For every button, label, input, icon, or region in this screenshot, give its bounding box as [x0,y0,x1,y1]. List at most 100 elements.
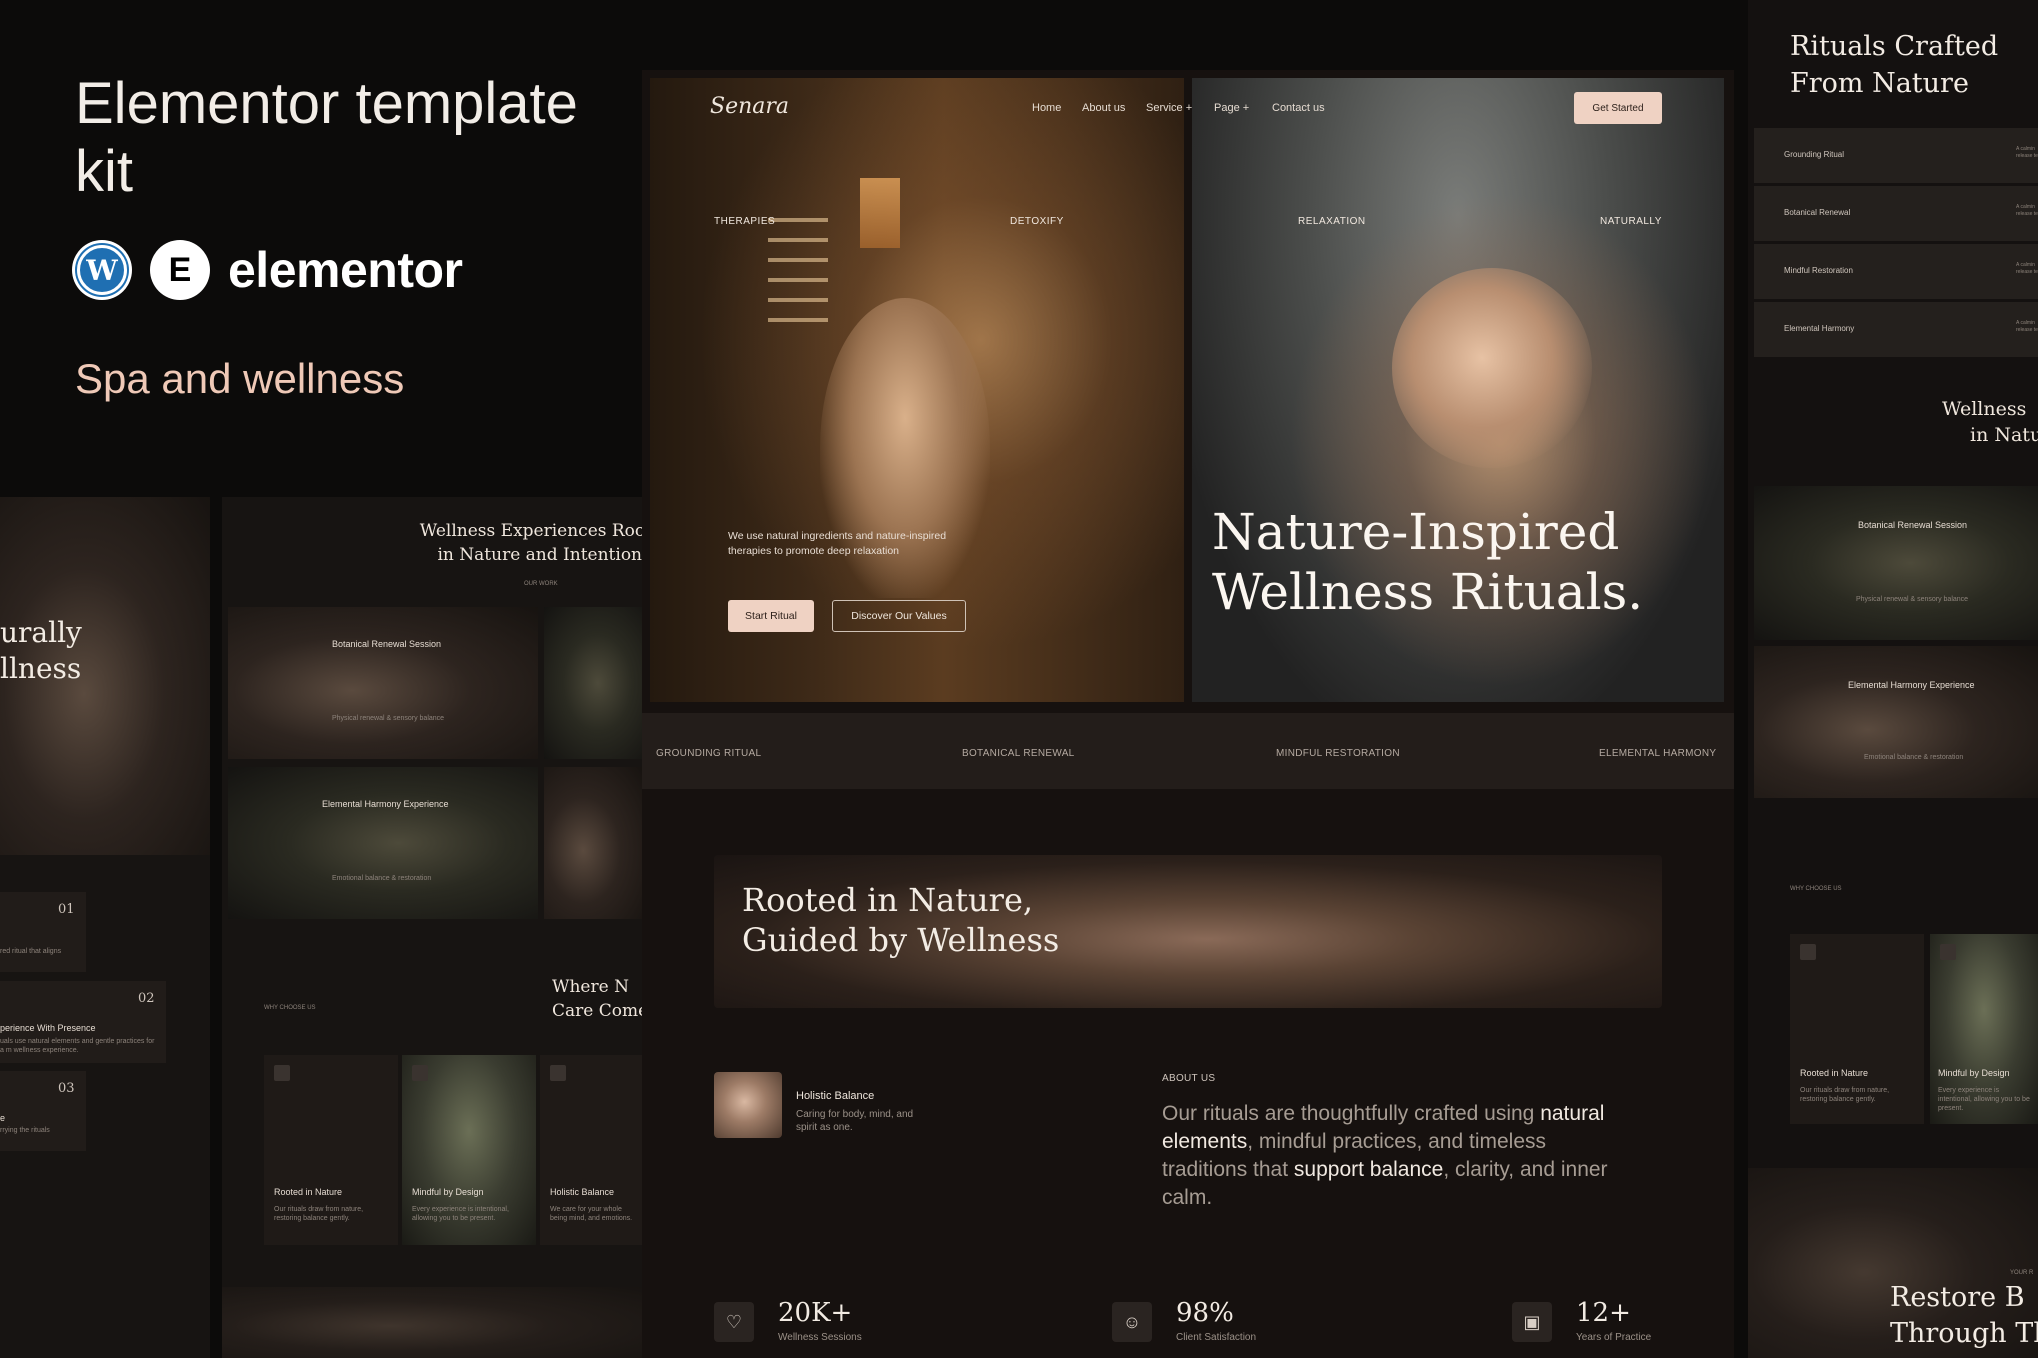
item-text: uals use natural elements and gentle pra… [0,1038,155,1054]
start-ritual-button[interactable]: Start Ritual [728,600,814,632]
nav-service[interactable]: Service + [1146,102,1192,114]
mid-preview-label: OUR WORK [524,581,558,587]
hero-headline: Nature-Inspired Wellness Rituals. [1212,502,1732,622]
mid-feature-1[interactable]: Rooted in Nature Our rituals draw from n… [264,1055,398,1245]
feature-title: Rooted in Nature [1800,1068,1869,1078]
strip-elemental[interactable]: ELEMENTAL HARMONY [1599,748,1716,759]
about-text-a: Our rituals are thoughtfully crafted usi… [1162,1102,1541,1125]
mid-why-heading-line2: Care Come [552,1001,642,1021]
row-title: Botanical Renewal [1784,208,1851,217]
wordpress-glyph: W [77,245,127,295]
right-heading-line2: From Nature [1790,68,1969,99]
get-started-button[interactable]: Get Started [1574,92,1662,124]
row-snippet: A calmin release te [2016,146,2038,159]
strip-mindful[interactable]: MINDFUL RESTORATION [1276,748,1400,759]
card-subtitle: Emotional balance & restoration [332,875,432,882]
site-nav: Senara Home About us Service + Page + Co… [650,78,1724,128]
leaf-icon [550,1065,566,1081]
stat-label: Years of Practice [1576,1332,1652,1343]
window-slat [768,258,828,262]
stat-value: 98% [1176,1298,1234,1328]
nav-home[interactable]: Home [1032,102,1061,114]
card-subtitle: Physical renewal & sensory balance [332,715,445,722]
holistic-thumbnail [714,1072,782,1138]
discover-values-button[interactable]: Discover Our Values [832,600,966,632]
stat-label: Wellness Sessions [778,1332,862,1343]
ritual-row-elemental[interactable]: Elemental Harmony A calmin release te [1754,302,2038,358]
row-snippet: A calmin release te [2016,204,2038,217]
banner-line2: Guided by Wellness [742,921,1060,959]
card-title: Elemental Harmony Experience [1848,680,1975,690]
feature-desc: Our rituals draw from nature, restoring … [1800,1087,1890,1103]
left-preview-item-2: 02 perience With Presence uals use natur… [0,981,166,1063]
row-snippet: A calmin release te [2016,320,2038,333]
elementor-icon: E [150,240,210,300]
right-heading-line1: Rituals Crafted [1790,31,1999,62]
left-preview-item-1: 01 red ritual that aligns [0,892,86,972]
right-heading3-line2: Through The [1890,1318,2038,1349]
right-why-label: WHY CHOOSE US [1790,886,1842,892]
right-preview-card-2[interactable]: Elemental Harmony Experience Emotional b… [1754,646,2038,798]
elementor-wordmark: elementor [228,242,463,298]
leaf-icon [1800,944,1816,960]
hero-word-detoxify: DETOXIFY [1010,216,1064,227]
hero-word-therapies: THERAPIES [714,216,776,227]
left-preview-heading-line2: llness [0,652,82,685]
main-preview-card: Senara Home About us Service + Page + Co… [642,70,1734,1358]
right-feature-2[interactable]: Mindful by Design Every experience is in… [1930,934,2038,1124]
left-preview-panel: urally llness 01 red ritual that aligns … [0,497,210,1358]
feature-title: Rooted in Nature [274,1187,343,1197]
mid-feature-3[interactable]: Holistic Balance We care for your whole … [540,1055,642,1245]
card-title: Elemental Harmony Experience [322,799,449,809]
about-card-desc: Caring for body, mind, and spirit as one… [796,1109,914,1133]
item-text: red ritual that aligns [0,948,62,955]
services-strip: GROUNDING RITUAL BOTANICAL RENEWAL MINDF… [642,713,1734,789]
right-heading2-line1: Wellness [1942,398,2027,420]
right-preview-card-1[interactable]: Botanical Renewal Session Physical renew… [1754,486,2038,640]
left-preview-item-3: 03 e rrying the rituals [0,1071,86,1151]
item-number: 01 [58,902,75,917]
row-title: Grounding Ritual [1784,150,1845,159]
hero-description: We use natural ingredients and nature-in… [728,530,947,557]
item-number: 02 [138,991,155,1006]
stat-label: Client Satisfaction [1176,1332,1257,1343]
nav-about[interactable]: About us [1082,102,1125,114]
strip-botanical[interactable]: BOTANICAL RENEWAL [962,748,1075,759]
left-preview-heading: urally llness [0,615,82,687]
left-preview-heading-line1: urally [0,616,82,649]
item-number: 03 [58,1081,75,1096]
promo-logos: W E elementor [72,240,463,300]
feature-desc: Every experience is intentional, allowin… [1938,1087,2030,1112]
card-subtitle: Physical renewal & sensory balance [1856,596,1969,603]
ritual-row-mindful[interactable]: Mindful Restoration A calmin release te [1754,244,2038,300]
item-text: rrying the rituals [0,1127,50,1134]
calendar-icon: ▣ [1512,1302,1552,1342]
mid-preview-card-1b [544,607,642,759]
mid-preview-card-2[interactable]: Elemental Harmony Experience Emotional b… [228,767,538,919]
row-snippet: A calmin release te [2016,262,2038,275]
ritual-row-grounding[interactable]: Grounding Ritual A calmin release te [1754,128,2038,184]
about-label: ABOUT US [1162,1073,1216,1084]
ritual-row-botanical[interactable]: Botanical Renewal A calmin release te [1754,186,2038,242]
mid-preview-card-1[interactable]: Botanical Renewal Session Physical renew… [228,607,538,759]
hero-headline-line2: Wellness Rituals. [1212,563,1644,621]
right-preview-heading: Rituals Crafted From Nature [1790,28,1998,102]
nav-contact[interactable]: Contact us [1272,102,1325,114]
right-heading3-line1: Restore B [1890,1282,2025,1313]
right-preview-panel: Rituals Crafted From Nature Grounding Ri… [1748,0,2038,1358]
right-feature-1[interactable]: Rooted in Nature Our rituals draw from n… [1790,934,1924,1124]
middle-preview-panel: Wellness Experiences Root in Nature and … [222,497,642,1358]
stat-value: 20K+ [778,1298,853,1328]
brand-logo[interactable]: Senara [710,94,789,119]
right-your-label: YOUR R [2010,1270,2034,1276]
mid-preview-footer-image [222,1287,642,1358]
card-title: Botanical Renewal Session [1858,520,1968,530]
about-highlight-balance: support balance [1293,1158,1444,1181]
mid-feature-2[interactable]: Mindful by Design Every experience is in… [402,1055,536,1245]
right-heading2-line2: in Natur [1970,424,2038,446]
mid-why-heading-line1: Where N [552,977,629,997]
nav-page[interactable]: Page + [1214,102,1249,114]
strip-grounding[interactable]: GROUNDING RITUAL [656,748,761,759]
window-slat [768,218,828,222]
wordpress-icon: W [72,240,132,300]
